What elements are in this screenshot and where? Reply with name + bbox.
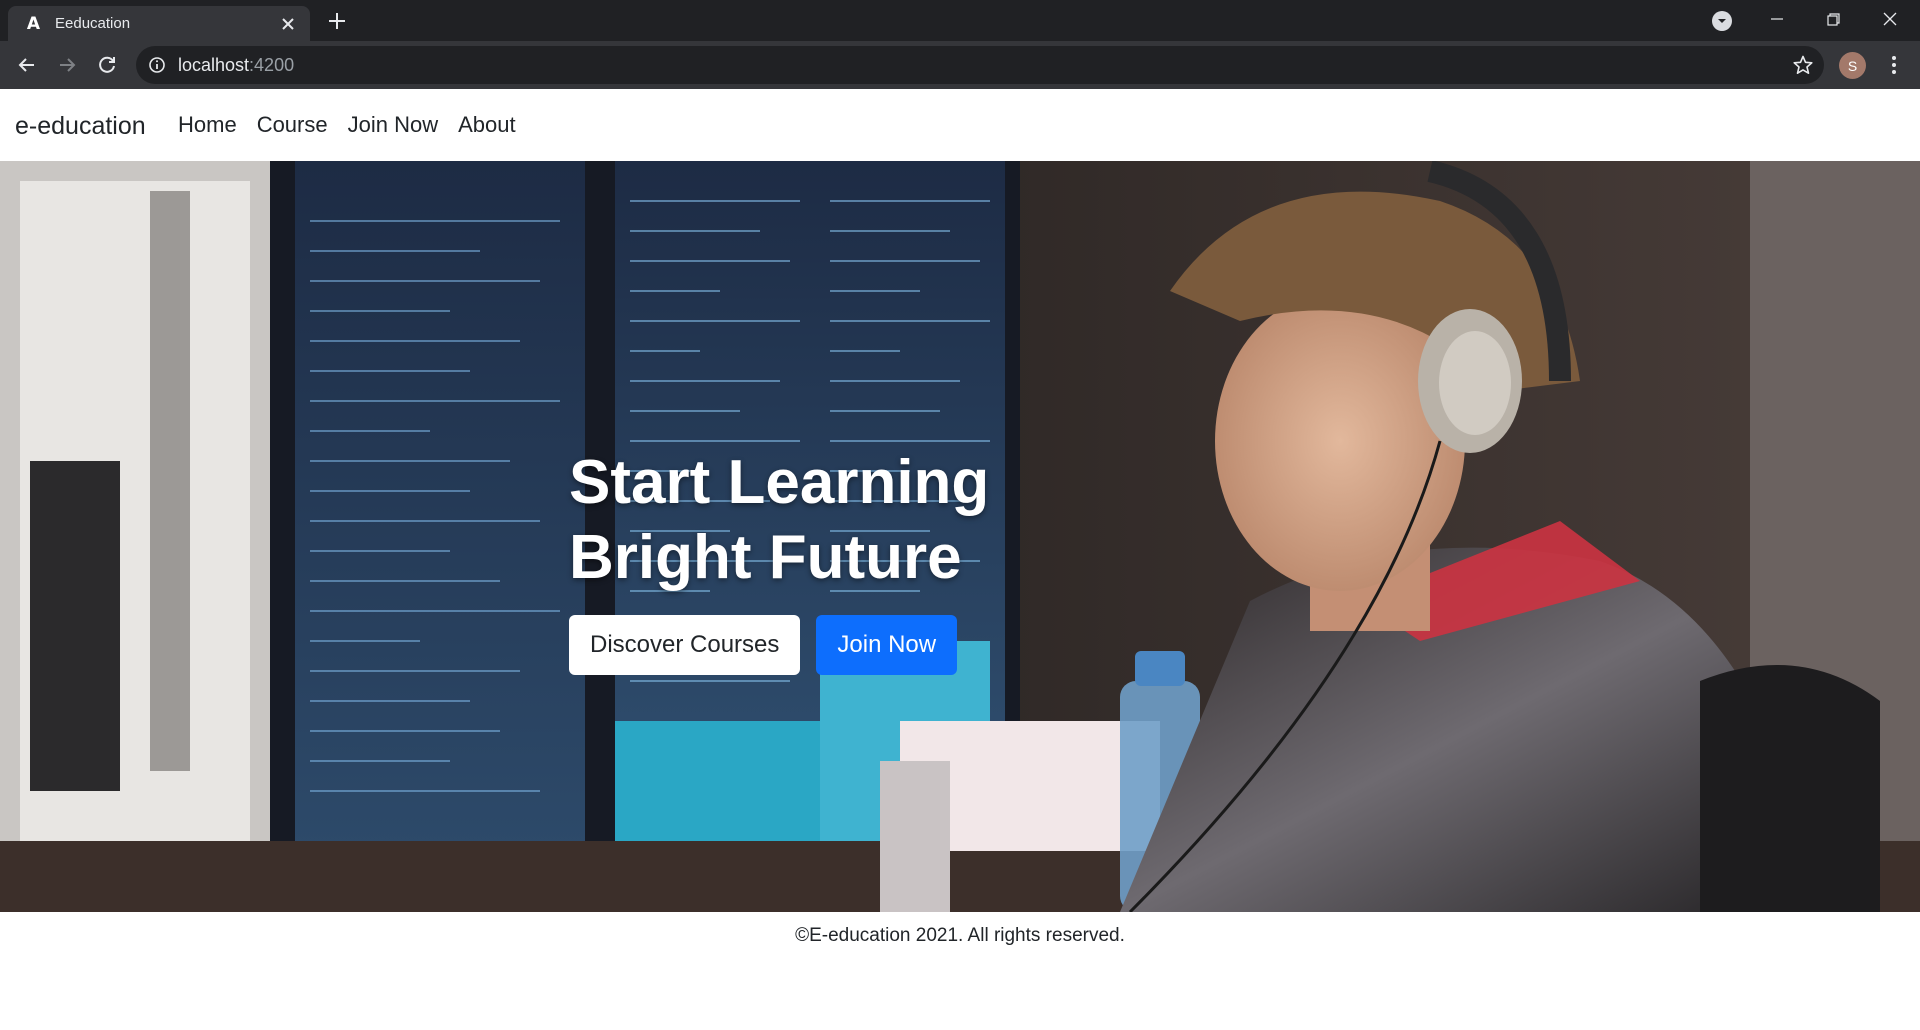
discover-courses-button[interactable]: Discover Courses: [569, 615, 801, 675]
angular-logo-icon: A: [26, 13, 41, 34]
nav-join-now[interactable]: Join Now: [348, 112, 438, 138]
nav-course[interactable]: Course: [257, 112, 328, 138]
nav-about[interactable]: About: [458, 112, 516, 138]
browser-tab-strip: A Eeducation: [0, 0, 1920, 41]
brand-logo[interactable]: e-education: [15, 112, 146, 141]
footer-copyright: ©E-education 2021. All rights reserved.: [795, 925, 1125, 946]
hero-title-line-2: Bright Future: [569, 523, 962, 592]
footer: ©E-education 2021. All rights reserved.: [0, 912, 1920, 962]
join-now-button[interactable]: Join Now: [816, 615, 958, 675]
url-port: :4200: [249, 55, 295, 75]
hero-section: Start Learning Bright Future Discover Co…: [0, 161, 1920, 912]
nav-links: Home Course Join Now About: [178, 112, 516, 138]
browser-tab[interactable]: A Eeducation: [8, 6, 310, 41]
more-menu-icon[interactable]: [1882, 53, 1906, 77]
hero-title: Start Learning Bright Future: [569, 445, 989, 595]
minimize-icon[interactable]: [1764, 6, 1790, 32]
forward-arrow-icon[interactable]: [52, 50, 82, 80]
new-tab-icon[interactable]: [326, 10, 348, 32]
restore-icon[interactable]: [1820, 6, 1846, 32]
close-tab-icon[interactable]: [278, 14, 298, 34]
address-bar[interactable]: localhost:4200: [136, 46, 1824, 84]
tab-search-icon[interactable]: [1712, 11, 1732, 31]
hero-title-line-1: Start Learning: [569, 448, 990, 517]
hero-content: Start Learning Bright Future Discover Co…: [569, 445, 989, 675]
url-text: localhost:4200: [178, 55, 294, 76]
tab-title: Eeducation: [55, 15, 131, 32]
browser-toolbar: localhost:4200 S: [0, 41, 1920, 89]
site-info-icon[interactable]: [148, 56, 166, 74]
site-navbar: e-education Home Course Join Now About: [0, 89, 1920, 161]
reload-icon[interactable]: [92, 50, 122, 80]
back-arrow-icon[interactable]: [12, 50, 42, 80]
nav-home[interactable]: Home: [178, 112, 237, 138]
close-window-icon[interactable]: [1877, 6, 1903, 32]
url-host: localhost: [178, 55, 250, 75]
profile-avatar[interactable]: S: [1839, 52, 1866, 79]
hero-buttons: Discover Courses Join Now: [569, 615, 989, 675]
bookmark-star-icon[interactable]: [1792, 54, 1814, 76]
